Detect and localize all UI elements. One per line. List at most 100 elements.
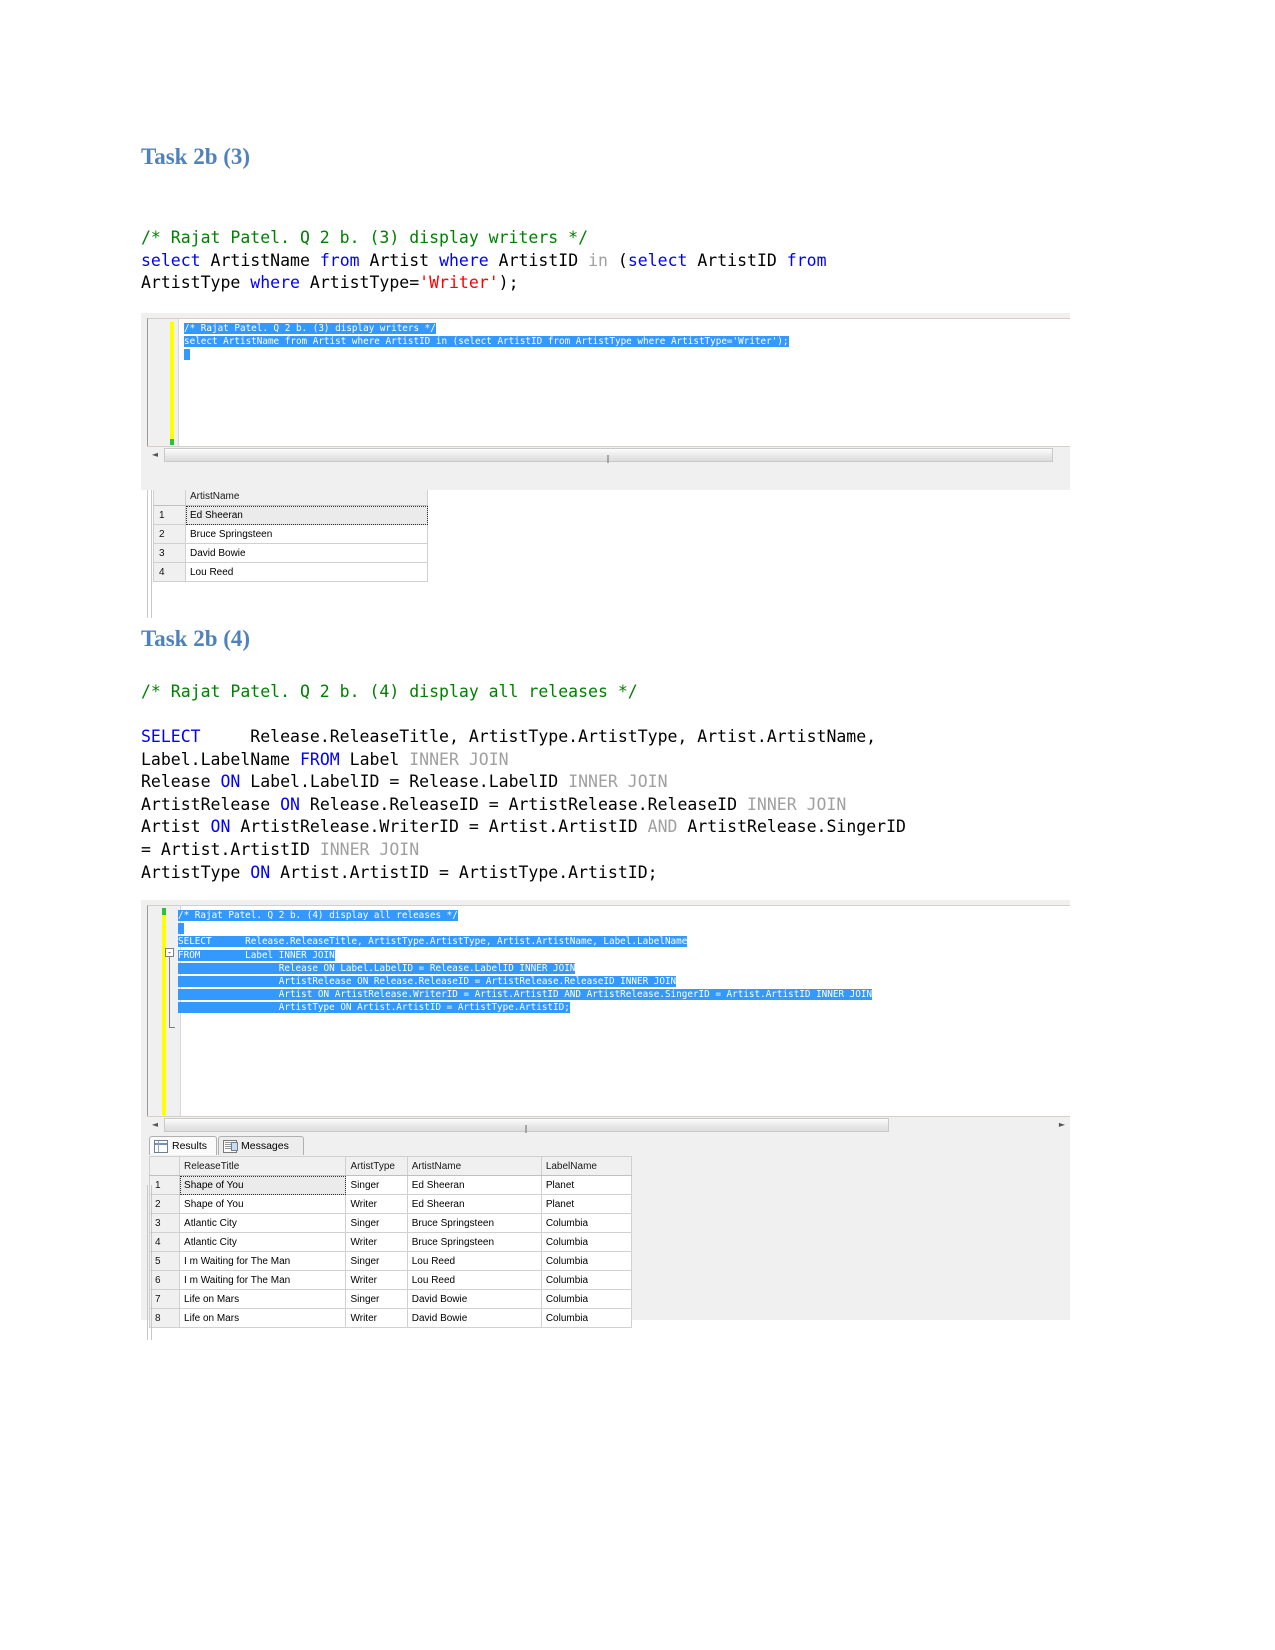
selected-text: /* Rajat Patel. Q 2 b. (3) display write…: [184, 323, 436, 334]
code-token: Release: [141, 772, 221, 792]
table-cell[interactable]: Singer: [345, 1289, 408, 1309]
table-row[interactable]: 6I m Waiting for The Man Writer Lou Reed Co…: [148, 1270, 633, 1290]
sql-editor-pane-2[interactable]: - /* Rajat Patel. Q 2 b. (4) display all…: [147, 905, 1070, 1117]
table-cell[interactable]: Ed Sheeran: [406, 1194, 542, 1214]
table-cell[interactable]: Atlantic City: [179, 1232, 347, 1252]
selected-text: Release ON Label.LabelID = Release.Label…: [178, 962, 576, 974]
scroll-left-arrow-icon[interactable]: ◄: [147, 1117, 163, 1133]
table-cell[interactable]: Lou Reed: [185, 562, 428, 582]
table-cell[interactable]: Columbia: [540, 1213, 633, 1233]
code-token: ArtistRelease.WriterID = Artist.ArtistID: [230, 817, 648, 837]
row-number-cell[interactable]: 7: [148, 1289, 181, 1309]
editor-hscrollbar-2[interactable]: ◄ ► ‖: [147, 1116, 1070, 1133]
table-cell[interactable]: Columbia: [540, 1308, 633, 1328]
selected-text: SELECT Release.ReleaseTitle, ArtistType.…: [178, 936, 688, 948]
table-cell[interactable]: Shape of You: [179, 1194, 347, 1214]
ssms-screenshot-one: /* Rajat Patel. Q 2 b. (3) display write…: [141, 313, 1070, 582]
change-indicator-bar-2: [162, 908, 166, 1115]
scroll-left-arrow-icon[interactable]: ◄: [147, 447, 163, 463]
column-header[interactable]: ReleaseTitle: [179, 1156, 347, 1176]
table-cell[interactable]: Life on Mars: [179, 1289, 347, 1309]
table-cell[interactable]: Columbia: [540, 1289, 633, 1309]
results-grid-1[interactable]: ArtistName 1 Ed Sheeran 2 Bruce Springsteen 3…: [153, 486, 428, 582]
column-header[interactable]: LabelName: [540, 1156, 633, 1176]
table-cell[interactable]: Writer: [345, 1194, 408, 1214]
table-cell[interactable]: Columbia: [540, 1232, 633, 1252]
table-row[interactable]: 3 Atlantic City Singer Bruce Springsteen Col…: [148, 1213, 633, 1233]
table-cell[interactable]: Writer: [345, 1270, 408, 1290]
code-line: select ArtistName from Artist where Arti…: [141, 250, 1071, 273]
results-grid-2[interactable]: ReleaseTitle ArtistType ArtistName LabelNam…: [148, 1156, 633, 1328]
row-number-cell[interactable]: 2: [153, 524, 186, 544]
table-cell[interactable]: Planet: [540, 1194, 633, 1214]
table-cell[interactable]: Ed Sheeran: [185, 505, 428, 525]
table-cell[interactable]: David Bowie: [406, 1289, 542, 1309]
table-cell[interactable]: Writer: [345, 1232, 408, 1252]
table-row[interactable]: 2 Bruce Springsteen: [153, 524, 428, 544]
row-number-cell[interactable]: 5: [148, 1251, 181, 1271]
row-number-cell[interactable]: 1: [148, 1175, 181, 1195]
table-cell[interactable]: Singer: [345, 1251, 408, 1271]
editor-hscrollbar-1[interactable]: ◄ ‖: [147, 446, 1070, 463]
table-cell[interactable]: David Bowie: [185, 543, 428, 563]
table-cell[interactable]: Bruce Springsteen: [406, 1213, 542, 1233]
fold-collapse-icon[interactable]: -: [165, 948, 174, 957]
table-row[interactable]: 1 Ed Sheeran: [153, 505, 428, 525]
screenshot-edge-line-1b: [151, 490, 152, 602]
row-number-cell[interactable]: 1: [153, 505, 186, 525]
row-number-cell[interactable]: 4: [148, 1232, 181, 1252]
editor-code-2: /* Rajat Patel. Q 2 b. (4) display all r…: [178, 909, 1070, 1117]
screenshot-edge-line-1d: [151, 600, 152, 618]
table-row[interactable]: 8 Life on Mars Writer David Bowie Columbia: [148, 1308, 633, 1328]
row-number-cell[interactable]: 4: [153, 562, 186, 582]
table-cell[interactable]: I m Waiting for The Man: [179, 1270, 347, 1290]
row-number-cell[interactable]: 2: [148, 1194, 181, 1214]
table-cell[interactable]: Lou Reed: [406, 1270, 542, 1290]
table-cell[interactable]: Bruce Springsteen: [185, 524, 428, 544]
table-row[interactable]: 5I m Waiting for The Man Singer Lou Reed Co…: [148, 1251, 633, 1271]
column-header[interactable]: ArtistType: [345, 1156, 408, 1176]
hscroll-thumb[interactable]: ‖: [164, 1118, 889, 1133]
row-number-cell[interactable]: 3: [148, 1213, 181, 1233]
code-token: ArtistType: [141, 862, 251, 882]
editor-line: FROM Label INNER JOIN: [178, 949, 1070, 962]
table-cell[interactable]: I m Waiting for The Man: [179, 1251, 347, 1271]
row-number-cell[interactable]: 8: [148, 1308, 181, 1328]
table-cell[interactable]: Shape of You: [179, 1175, 347, 1195]
tab-results-2[interactable]: Results: [149, 1136, 217, 1155]
table-cell[interactable]: Singer: [345, 1213, 408, 1233]
editor-line: ArtistRelease ON Release.ReleaseID = Art…: [178, 975, 1070, 988]
row-number-cell[interactable]: 3: [153, 543, 186, 563]
screenshot-left-strip-1: [141, 313, 147, 490]
hscroll-thumb[interactable]: ‖: [164, 448, 1053, 463]
sql-editor-pane-1[interactable]: /* Rajat Patel. Q 2 b. (3) display write…: [147, 318, 1070, 448]
code-token: /* Rajat Patel. Q 2 b. (3) display write…: [141, 228, 589, 247]
table-cell[interactable]: David Bowie: [406, 1308, 542, 1328]
table-cell[interactable]: Lou Reed: [406, 1251, 542, 1271]
table-cell[interactable]: Planet: [540, 1175, 633, 1195]
editor-line: SELECT Release.ReleaseTitle, ArtistType.…: [178, 935, 1070, 948]
code-line: Release ON Label.LabelID = Release.Label…: [141, 771, 1081, 794]
table-row[interactable]: 4 Atlantic City Writer Bruce Springsteen Col…: [148, 1232, 633, 1252]
table-cell[interactable]: Writer: [345, 1308, 408, 1328]
table-row[interactable]: 4 Lou Reed: [153, 562, 428, 582]
table-cell[interactable]: Atlantic City: [179, 1213, 347, 1233]
tab-messages-2[interactable]: Messages: [218, 1136, 304, 1155]
table-cell[interactable]: Columbia: [540, 1251, 633, 1271]
scroll-right-arrow-icon[interactable]: ►: [1054, 1117, 1070, 1133]
row-number-header[interactable]: [148, 1156, 181, 1176]
table-row[interactable]: 2 Shape of You Writer Ed Sheeran Planet: [148, 1194, 633, 1214]
column-header[interactable]: ArtistName: [406, 1156, 542, 1176]
editor-line: Release ON Label.LabelID = Release.Label…: [178, 962, 1070, 975]
table-cell[interactable]: Columbia: [540, 1270, 633, 1290]
table-cell[interactable]: Singer: [345, 1175, 408, 1195]
screenshot-edge-line-1a: [147, 490, 148, 602]
table-cell[interactable]: Bruce Springsteen: [406, 1232, 542, 1252]
table-cell[interactable]: Life on Mars: [179, 1308, 347, 1328]
table-row[interactable]: 1 Shape of You Singer Ed Sheeran Planet: [148, 1175, 633, 1195]
table-cell[interactable]: Ed Sheeran: [406, 1175, 542, 1195]
table-row[interactable]: 7 Life on Mars Singer David Bowie Columbia: [148, 1289, 633, 1309]
table-row[interactable]: 3 David Bowie: [153, 543, 428, 563]
row-number-cell[interactable]: 6: [148, 1270, 181, 1290]
code-token: from: [786, 250, 827, 270]
